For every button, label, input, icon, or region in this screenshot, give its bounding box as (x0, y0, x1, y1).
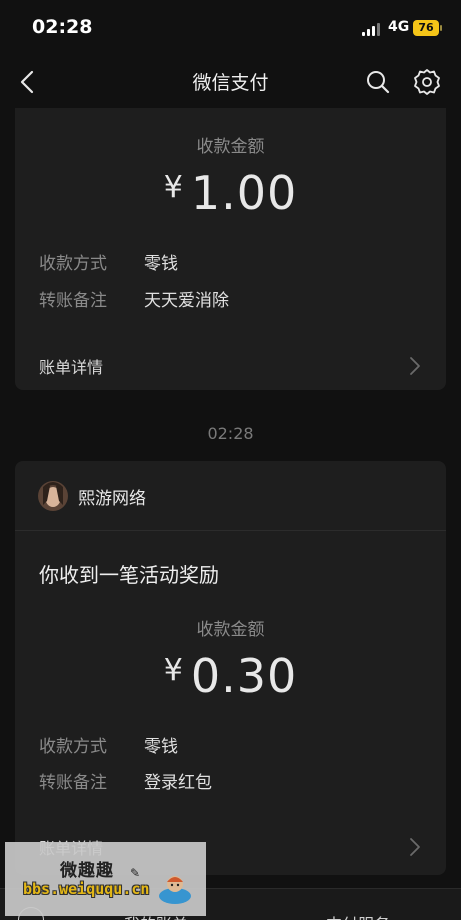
watermark: 微趣趣 ✎ bbs.weiququ.cn (5, 842, 206, 916)
sparkle-icon: ✎ (130, 866, 141, 880)
currency-symbol: ¥ (163, 653, 183, 688)
watermark-url: bbs.weiququ.cn (23, 880, 150, 898)
amount-value: ¥0.30 (15, 649, 446, 703)
amount-number: 0.30 (190, 649, 298, 703)
detail-value: 天天爱消除 (144, 291, 229, 311)
detail-value: 零钱 (144, 254, 178, 274)
sender-row[interactable]: 熙游网络 (15, 461, 446, 531)
status-bar: 02:28 4G 76 (0, 0, 461, 56)
chevron-right-icon (410, 838, 420, 856)
network-type: 4G (388, 19, 410, 35)
detail-value: 零钱 (144, 737, 178, 757)
detail-key: 转账备注 (39, 291, 107, 311)
mascot-icon (159, 876, 191, 904)
sender-name: 熙游网络 (78, 489, 146, 509)
battery-icon: 76 (413, 20, 439, 36)
watermark-title: 微趣趣 (60, 861, 114, 881)
detail-key: 收款方式 (39, 254, 107, 274)
tab-payment-services[interactable]: 支付服务 (326, 911, 390, 920)
transaction-card: 收款金额 ¥1.00 收款方式 零钱 转账备注 天天爱消除 账单详情 (15, 108, 446, 390)
detail-key: 收款方式 (39, 737, 107, 757)
settings-button[interactable] (412, 67, 442, 97)
nav-bar: 微信支付 (0, 56, 461, 108)
currency-symbol: ¥ (163, 170, 183, 205)
avatar (38, 481, 68, 511)
status-time: 02:28 (32, 16, 93, 38)
amount-label: 收款金额 (196, 137, 265, 157)
search-button[interactable] (364, 68, 392, 96)
message-headline: 你收到一笔活动奖励 (39, 563, 219, 587)
amount-value: ¥1.00 (15, 166, 446, 220)
chevron-right-icon (410, 357, 420, 375)
search-icon (367, 71, 390, 94)
detail-key: 转账备注 (39, 773, 107, 793)
gear-icon (414, 69, 440, 95)
battery-tip (440, 25, 442, 31)
message-timestamp: 02:28 (207, 424, 254, 443)
amount-number: 1.00 (190, 166, 298, 220)
signal-icon (362, 22, 382, 36)
bill-details-label: 账单详情 (39, 358, 104, 377)
transaction-card: 熙游网络 你收到一笔活动奖励 收款金额 ¥0.30 收款方式 零钱 转账备注 登… (15, 461, 446, 875)
detail-value: 登录红包 (144, 773, 212, 793)
amount-label: 收款金额 (196, 620, 265, 640)
bill-details-link[interactable]: 账单详情 (15, 346, 446, 386)
